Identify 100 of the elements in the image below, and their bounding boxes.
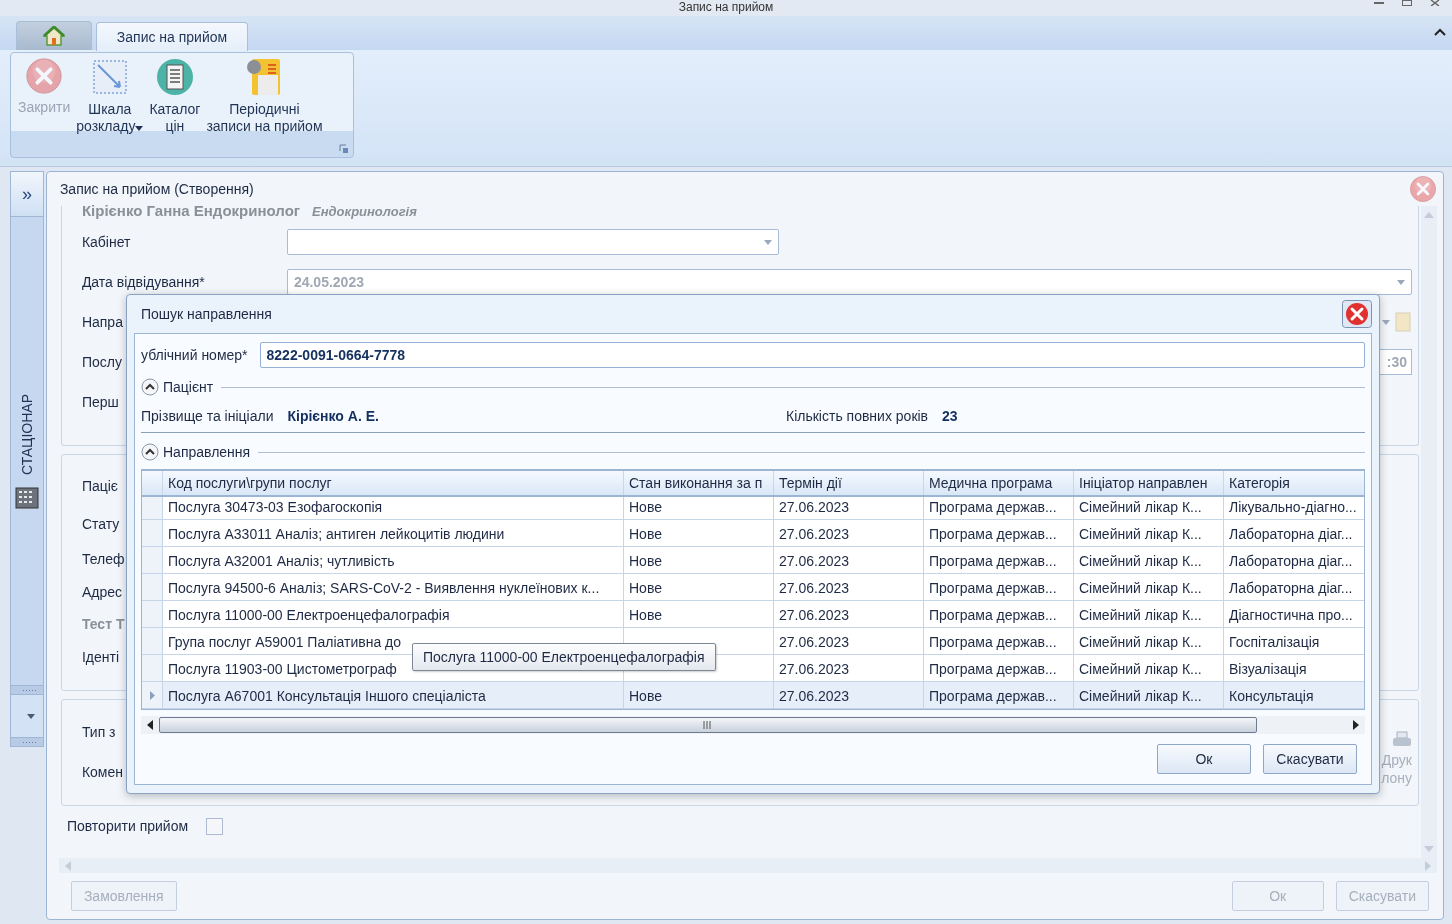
- field-label: Послу: [81, 354, 122, 371]
- collapse-ribbon-icon[interactable]: [1434, 28, 1446, 36]
- checklist-icon: [154, 57, 195, 97]
- scroll-thumb[interactable]: [159, 717, 1257, 733]
- table-cell: Програма держав...: [923, 520, 1073, 546]
- column-header[interactable]: Категорія: [1223, 471, 1364, 495]
- row-header[interactable]: [142, 574, 162, 600]
- form-title: Запис на прийом (Створення): [59, 181, 254, 198]
- table-cell: Лабораторна діаг...: [1223, 520, 1364, 546]
- table-row[interactable]: Послуга A33011 Аналіз; антиген лейкоцитів людини Нове 27.06.2023 Програма держав... Сімейний лікар К... Лабораторна діаг...: [142, 520, 1364, 547]
- repeat-checkbox[interactable]: [206, 817, 224, 835]
- field-label: Кабінет: [81, 234, 131, 251]
- table-row[interactable]: Послуга 11000-00 Електроенцефалографія Нове 27.06.2023 Програма держав... Сімейний лікар К... Діагностична про...: [142, 601, 1364, 628]
- table-cell: Нове: [623, 497, 773, 519]
- scroll-up-icon[interactable]: [1424, 212, 1434, 219]
- column-header[interactable]: Код послуги\групи послуг: [162, 471, 623, 495]
- field-label: Паціє: [81, 478, 118, 495]
- close-icon[interactable]: [1342, 300, 1372, 328]
- close-icon[interactable]: [1430, 0, 1440, 6]
- field-label: Дата відвідування*: [81, 274, 205, 291]
- table-cell: Сімейний лікар К...: [1073, 628, 1223, 654]
- dropdown-arrow-icon: [1382, 319, 1390, 325]
- dialog-launcher-icon[interactable]: [339, 144, 349, 154]
- scroll-right-icon[interactable]: [1353, 720, 1359, 730]
- ribbon-button[interactable]: Шкала розкладу: [73, 57, 147, 135]
- vertical-scrollbar[interactable]: [1421, 206, 1437, 859]
- table-cell: 27.06.2023: [773, 601, 923, 627]
- ribbon-button[interactable]: Періодичні записи на прийом: [203, 57, 326, 135]
- table-row[interactable]: Послуга A32001 Аналіз; чутливість Нове 27.06.2023 Програма держав... Сімейний лікар К... Лабораторна діаг...: [142, 547, 1364, 574]
- field-label: Іденті: [81, 649, 119, 666]
- table-cell: Сімейний лікар К...: [1073, 547, 1223, 573]
- cabinet-combo[interactable]: [286, 229, 779, 256]
- sidebar-tab[interactable]: СТАЦІОНАР: [10, 217, 44, 686]
- minimize-icon[interactable]: [1374, 0, 1384, 6]
- table-row[interactable]: Послуга A67001 Консультація Іншого спеціаліста Нове 27.06.2023 Програма держав... Сімейний лікар К... Консультація: [142, 682, 1364, 709]
- table-cell: Нове: [623, 682, 773, 708]
- table-cell: Сімейний лікар К...: [1073, 601, 1223, 627]
- scroll-left-icon[interactable]: [147, 720, 153, 730]
- table-cell: Нове: [623, 574, 773, 600]
- row-header[interactable]: [142, 655, 162, 681]
- table-cell: Лабораторна діаг...: [1223, 574, 1364, 600]
- column-header[interactable]: Стан виконання за п: [623, 471, 773, 495]
- table-cell: Консультація: [1223, 682, 1364, 708]
- table-cell: Послуга 30473-03 Езофагоскопія: [162, 497, 623, 519]
- table-cell: Лабораторна діаг...: [1223, 547, 1364, 573]
- collapse-icon[interactable]: [141, 443, 159, 461]
- field-value: Кірієнко А. Е.: [287, 408, 379, 424]
- table-cell: Програма держав...: [923, 547, 1073, 573]
- scroll-down-icon[interactable]: [1424, 846, 1434, 853]
- table-row[interactable]: Послуга 30473-03 Езофагоскопія Нове 27.06.2023 Програма держав... Сімейний лікар К... Лікувально-діагно...: [142, 497, 1364, 520]
- field-label: Напра: [81, 314, 123, 331]
- row-header[interactable]: [142, 547, 162, 573]
- caret-icon: [26, 713, 35, 719]
- doctor-name: Кірієнко Ганна Ендокринолог: [81, 202, 301, 220]
- ok-button[interactable]: Ок: [1157, 744, 1251, 774]
- table-row[interactable]: Послуга 94500-6 Аналіз; SARS-CoV-2 - Виявлення нуклеїнових к... Нове 27.06.2023 Програма держав... Сімейний лікар К... Лабораторна діаг...: [142, 574, 1364, 601]
- row-header[interactable]: [142, 497, 162, 519]
- table-cell: Лікувально-діагно...: [1223, 497, 1364, 519]
- column-header[interactable]: Ініціатор направлен: [1073, 471, 1223, 495]
- splitter-grip[interactable]: [10, 738, 44, 747]
- horizontal-scrollbar[interactable]: [141, 716, 1365, 734]
- cancel-button[interactable]: Скасувати: [1263, 744, 1357, 774]
- table-cell: Програма держав...: [923, 497, 1073, 519]
- field-value: 23: [942, 408, 958, 424]
- doctor-specialty: Ендокринологія: [312, 204, 417, 220]
- maximize-icon[interactable]: [1402, 0, 1412, 6]
- column-header[interactable]: Медична програма: [923, 471, 1073, 495]
- table-cell: 27.06.2023: [773, 628, 923, 654]
- number-field[interactable]: 8222-0091-0664-7778: [259, 342, 1365, 368]
- time-value: :30: [1386, 354, 1407, 371]
- printer-icon: [1392, 730, 1412, 749]
- date-value: 24.05.2023: [293, 274, 364, 291]
- row-header[interactable]: [142, 601, 162, 627]
- ribbon-tab[interactable]: Запис на прийом: [96, 22, 248, 51]
- row-header[interactable]: [142, 682, 162, 708]
- table-cell: Програма держав...: [923, 574, 1073, 600]
- expand-sidebar-button[interactable]: »: [10, 171, 44, 217]
- table-cell: Сімейний лікар К...: [1073, 497, 1223, 519]
- row-header[interactable]: [142, 520, 162, 546]
- collapse-icon[interactable]: [141, 378, 159, 396]
- table-cell: Програма держав...: [923, 682, 1073, 708]
- table-cell: 27.06.2023: [773, 655, 923, 681]
- home-tab[interactable]: [16, 21, 92, 50]
- dropdown-arrow-icon: [763, 239, 772, 245]
- row-header[interactable]: [142, 628, 162, 654]
- table-cell: Госпіталізація: [1223, 628, 1364, 654]
- table-cell: 27.06.2023: [773, 520, 923, 546]
- column-header[interactable]: Термін дії: [773, 471, 923, 495]
- field-label: Комен: [81, 764, 123, 781]
- sidebar-dropdown[interactable]: [10, 695, 44, 738]
- building-icon: [14, 484, 39, 509]
- table-cell: 27.06.2023: [773, 547, 923, 573]
- field-label: Тип з: [81, 724, 116, 741]
- table-cell: Програма держав...: [923, 601, 1073, 627]
- table-cell: Послуга A67001 Консультація Іншого спеціаліста: [162, 682, 623, 708]
- ribbon-button[interactable]: Каталог цін: [146, 57, 204, 135]
- splitter-grip[interactable]: [10, 686, 44, 695]
- book-icon[interactable]: [1394, 311, 1412, 334]
- home-icon: [43, 26, 65, 46]
- field-label: Стату: [81, 516, 120, 533]
